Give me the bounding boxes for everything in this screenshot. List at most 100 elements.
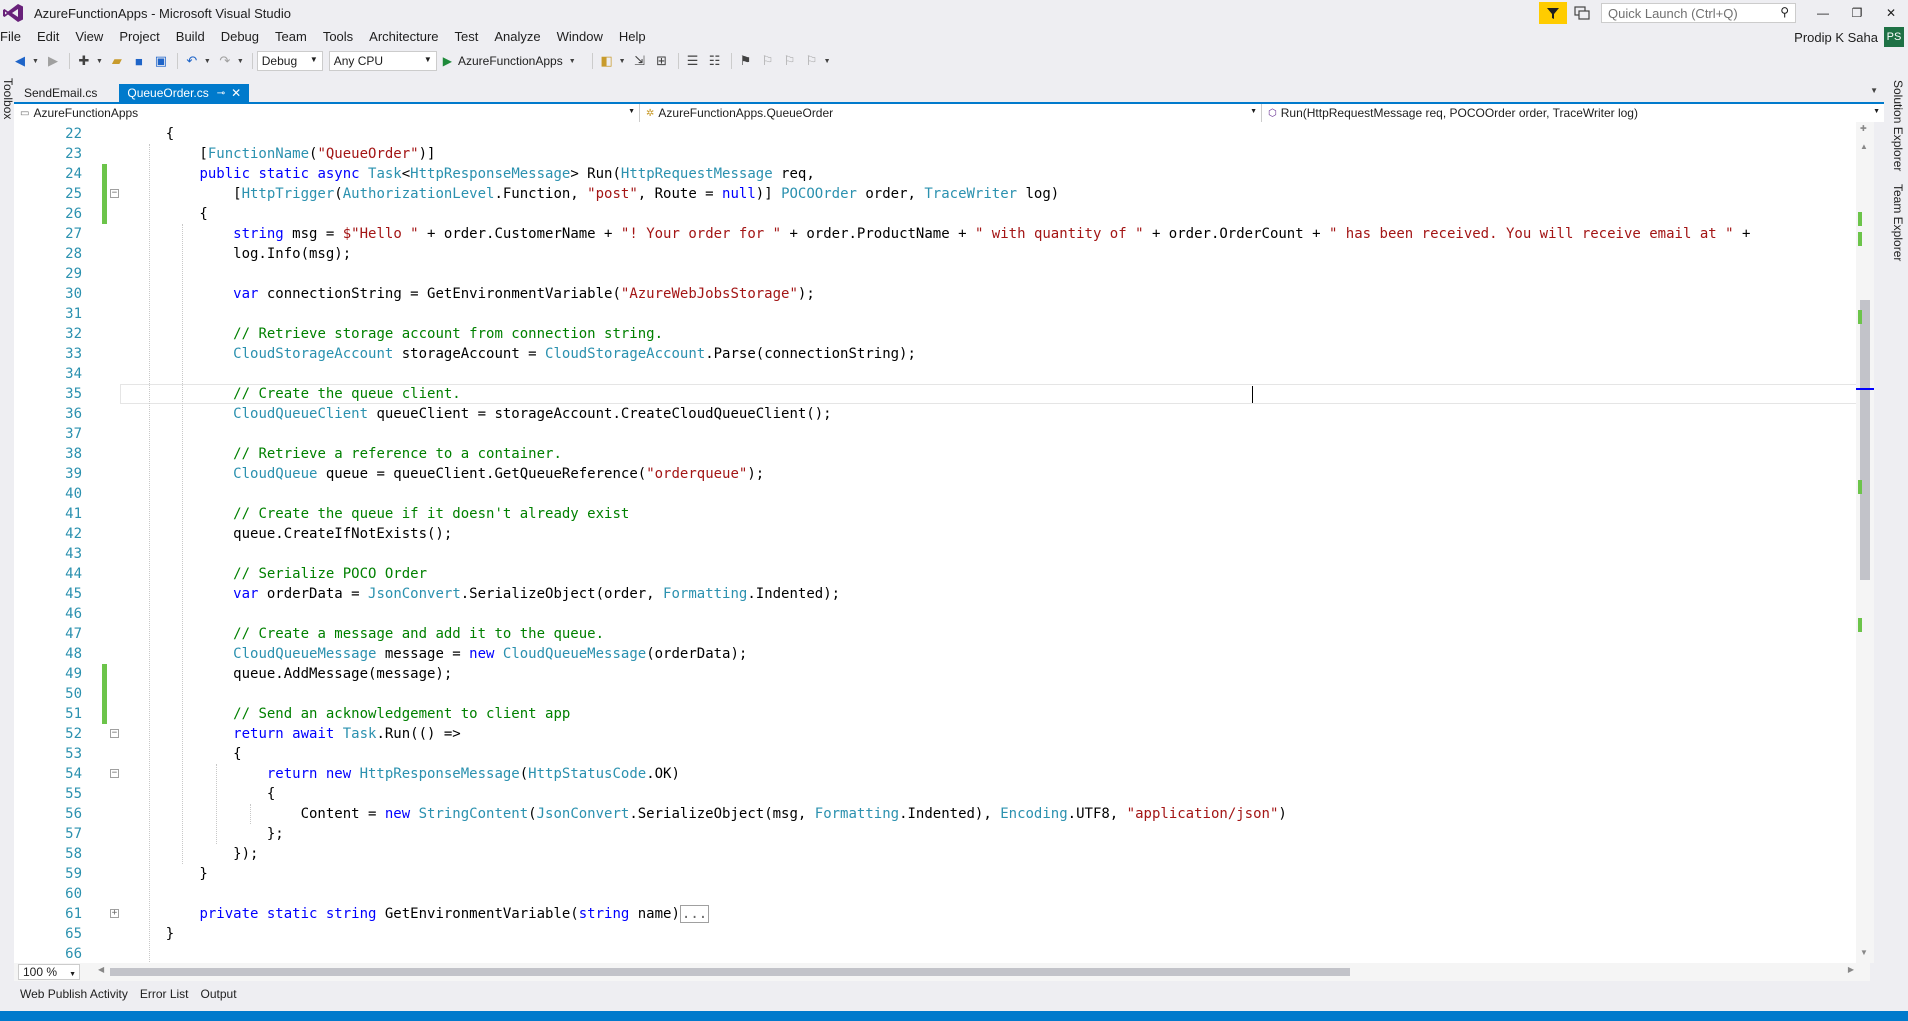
new-project-icon[interactable]: ✚ [74, 51, 94, 71]
code-line[interactable]: 58 }); [14, 844, 1854, 864]
toolbox-tab[interactable]: Toolbox [1, 78, 15, 119]
scrollbar-thumb[interactable] [1860, 300, 1870, 580]
menu-team[interactable]: Team [267, 26, 315, 48]
close-window-button[interactable]: ✕ [1874, 0, 1908, 26]
visual-studio-logo-icon[interactable] [2, 2, 24, 24]
save-icon[interactable]: ■ [129, 51, 149, 71]
code-line[interactable]: 61 + private static string GetEnvironment… [14, 904, 1854, 924]
code-line[interactable]: 33 CloudStorageAccount storageAccount = … [14, 344, 1854, 364]
menu-build[interactable]: Build [168, 26, 213, 48]
collapse-region-icon[interactable]: − [110, 769, 119, 778]
horizontal-scrollbar[interactable]: ◀ ▶ [94, 965, 1854, 977]
browser-link-dropdown-icon[interactable]: ▼ [619, 58, 626, 65]
menu-analyze[interactable]: Analyze [486, 26, 548, 48]
code-line[interactable]: 52 − return await Task.Run(() => [14, 724, 1854, 744]
code-line[interactable]: 23 [FunctionName("QueueOrder")] [14, 144, 1854, 164]
scroll-left-icon[interactable]: ◀ [98, 965, 104, 974]
code-line[interactable]: 57 }; [14, 824, 1854, 844]
code-line[interactable]: 40 [14, 484, 1854, 504]
code-line[interactable]: 38 // Retrieve a reference to a containe… [14, 444, 1854, 464]
clear-bookmarks-icon[interactable]: ⚐ [802, 51, 822, 71]
navigate-back-icon[interactable]: ◀ [10, 51, 30, 71]
redo-dropdown-icon[interactable]: ▼ [237, 58, 244, 65]
code-line[interactable]: 22 { [14, 124, 1854, 144]
vertical-scrollbar[interactable]: ✚ ▲ ▼ [1856, 122, 1874, 963]
scrollbar-thumb[interactable] [110, 968, 1350, 976]
close-icon[interactable]: ✕ [231, 86, 241, 100]
tab-overflow-icon[interactable]: ▼ [1870, 86, 1878, 95]
step-into-icon[interactable]: ⇲ [630, 51, 650, 71]
avatar[interactable]: PS [1884, 27, 1904, 47]
collapsed-region[interactable]: ... [679, 905, 710, 923]
code-line[interactable]: 60 [14, 884, 1854, 904]
code-line[interactable]: 36 CloudQueueClient queueClient = storag… [14, 404, 1854, 424]
code-line[interactable]: 30 var connectionString = GetEnvironment… [14, 284, 1854, 304]
start-target-dropdown-icon[interactable]: ▼ [569, 58, 576, 65]
scroll-up-icon[interactable]: ▲ [1860, 142, 1868, 151]
code-line[interactable]: 39 CloudQueue queue = queueClient.GetQue… [14, 464, 1854, 484]
code-line[interactable]: 24 public static async Task<HttpResponse… [14, 164, 1854, 184]
code-line[interactable]: 31 [14, 304, 1854, 324]
user-account[interactable]: Prodip K Saha PS [1794, 26, 1908, 48]
type-dropdown[interactable]: ✲ AzureFunctionApps.QueueOrder ▼ [640, 104, 1262, 122]
menu-window[interactable]: Window [549, 26, 611, 48]
code-line[interactable]: 43 [14, 544, 1854, 564]
code-line[interactable]: 49 queue.AddMessage(message); [14, 664, 1854, 684]
code-line[interactable]: 56 Content = new StringContent(JsonConve… [14, 804, 1854, 824]
tab-web-publish-activity[interactable]: Web Publish Activity [20, 987, 128, 1006]
menu-debug[interactable]: Debug [213, 26, 267, 48]
code-line[interactable]: 35 // Create the queue client. [14, 384, 1866, 404]
code-line[interactable]: 29 [14, 264, 1854, 284]
code-line[interactable]: 46 [14, 604, 1854, 624]
undo-dropdown-icon[interactable]: ▼ [204, 58, 211, 65]
code-line[interactable]: 51 // Send an acknowledgement to client … [14, 704, 1854, 724]
code-line[interactable]: 48 CloudQueueMessage message = new Cloud… [14, 644, 1854, 664]
navigate-forward-icon[interactable]: ▶ [43, 51, 63, 71]
code-line[interactable]: 32 // Retrieve storage account from conn… [14, 324, 1854, 344]
collapse-region-icon[interactable]: − [110, 189, 119, 198]
menu-help[interactable]: Help [611, 26, 654, 48]
code-line[interactable]: 53 { [14, 744, 1854, 764]
menu-view[interactable]: View [67, 26, 111, 48]
scroll-right-icon[interactable]: ▶ [1848, 965, 1854, 974]
split-window-icon[interactable]: ✚ [1860, 124, 1867, 133]
code-line[interactable]: 26 { [14, 204, 1854, 224]
undo-icon[interactable]: ↶ [182, 51, 202, 71]
code-line[interactable]: 50 [14, 684, 1854, 704]
team-explorer-tab[interactable]: Team Explorer [1891, 184, 1905, 261]
save-all-icon[interactable]: ▣ [151, 51, 171, 71]
uncomment-lines-icon[interactable]: ☷ [705, 51, 725, 71]
expand-region-icon[interactable]: + [110, 909, 119, 918]
tab-queueorder[interactable]: QueueOrder.cs ⊸ ✕ [119, 84, 250, 102]
feedback-icon[interactable] [1571, 2, 1593, 24]
solution-configuration-select[interactable]: Debug ▼ [256, 51, 323, 71]
menu-test[interactable]: Test [447, 26, 487, 48]
tab-sendemail[interactable]: SendEmail.cs [16, 84, 105, 102]
project-dropdown[interactable]: ▭ AzureFunctionApps ▼ [14, 104, 640, 122]
tab-error-list[interactable]: Error List [140, 987, 189, 1006]
collapse-region-icon[interactable]: − [110, 729, 119, 738]
browser-link-icon[interactable]: ◧ [597, 51, 617, 71]
code-line[interactable]: 65 } [14, 924, 1854, 944]
search-icon[interactable]: ⚲ [1780, 5, 1789, 19]
code-line[interactable]: 55 { [14, 784, 1854, 804]
quick-launch-input[interactable]: Quick Launch (Ctrl+Q) ⚲ [1601, 3, 1796, 23]
code-line[interactable]: 44 // Serialize POCO Order [14, 564, 1854, 584]
restore-button[interactable]: ❐ [1840, 0, 1874, 26]
code-line[interactable]: 66 [14, 944, 1854, 963]
code-line[interactable]: 37 [14, 424, 1854, 444]
menu-edit[interactable]: Edit [29, 26, 67, 48]
member-dropdown[interactable]: ⬡ Run(HttpRequestMessage req, POCOOrder … [1262, 104, 1884, 122]
menu-tools[interactable]: Tools [315, 26, 361, 48]
minimize-button[interactable]: — [1806, 0, 1840, 26]
notification-filter-icon[interactable] [1539, 2, 1567, 24]
next-bookmark-icon[interactable]: ⚐ [780, 51, 800, 71]
toolbar-overflow-icon[interactable]: ▼ [824, 58, 831, 65]
menu-project[interactable]: Project [111, 26, 167, 48]
code-line[interactable]: 27 string msg = $"Hello " + order.Custom… [14, 224, 1854, 244]
code-line[interactable]: 54 − return new HttpResponseMessage(HttpS… [14, 764, 1854, 784]
solution-explorer-toggle-icon[interactable]: ⊞ [652, 51, 672, 71]
code-line[interactable]: 25 − [HttpTrigger(AuthorizationLevel.Func… [14, 184, 1854, 204]
previous-bookmark-icon[interactable]: ⚐ [758, 51, 778, 71]
redo-icon[interactable]: ↷ [215, 51, 235, 71]
